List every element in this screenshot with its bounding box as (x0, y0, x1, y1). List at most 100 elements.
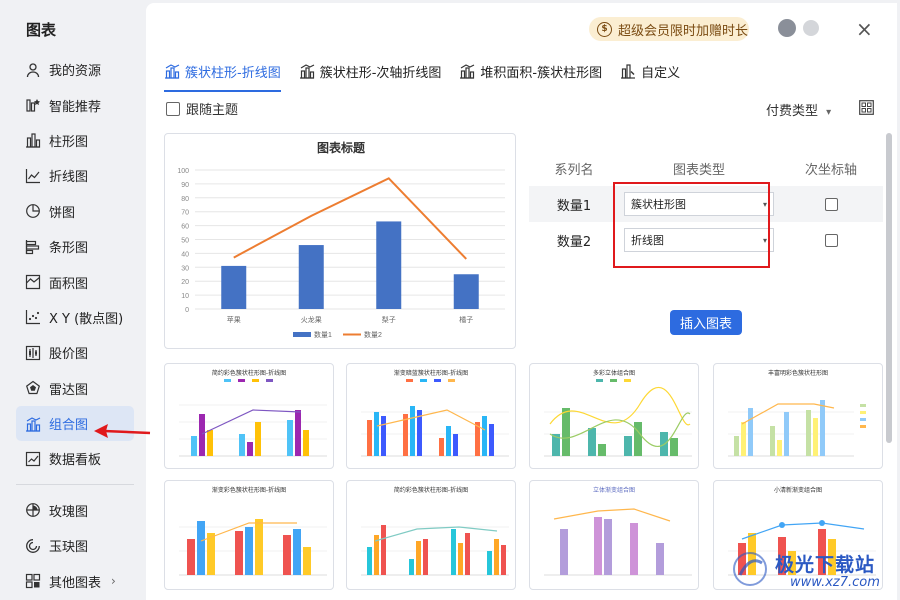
y-tick-label: 70 (181, 210, 189, 217)
sidebar-item-scatter[interactable]: X Y (散点图) (16, 300, 134, 335)
template-card[interactable]: 多彩立体组合图 (529, 363, 699, 469)
tab-clustered-column-secondary-line[interactable]: 簇状柱形-次轴折线图 (299, 59, 442, 83)
close-icon[interactable]: × (856, 17, 873, 41)
scrollbar[interactable] (886, 133, 892, 443)
secondary-axis-checkbox[interactable] (824, 197, 838, 211)
tab-label: 簇状柱形-次轴折线图 (319, 65, 442, 81)
rose-chart-icon (24, 501, 42, 519)
checkbox[interactable] (166, 101, 180, 116)
sidebar-item-label: 折线图 (49, 170, 89, 186)
template-card[interactable]: 渐变彩色簇状柱形图-折线图 (164, 480, 334, 590)
grid-view-icon[interactable] (859, 100, 874, 115)
scatter-chart-icon (24, 308, 42, 326)
tab-clustered-column-line[interactable]: 簇状柱形-折线图 (164, 59, 281, 92)
area-chart-icon (24, 273, 42, 291)
header-series-name: 系列名 (554, 162, 594, 178)
template-card[interactable]: 简约彩色簇状柱形图-折线图 (346, 480, 516, 590)
sidebar-item-radar[interactable]: 雷达图 (16, 371, 134, 406)
sidebar-item-rose[interactable]: 玫瑰图 (16, 493, 134, 528)
template-card[interactable]: 立体渐变组合图 (529, 480, 699, 590)
bulb-icon (24, 96, 42, 114)
y-tick-label: 90 (181, 182, 189, 189)
bar (376, 221, 402, 309)
chevron-right-icon: › (111, 574, 116, 589)
follow-theme-label: 跟随主题 (186, 103, 239, 118)
pie-chart-icon (24, 202, 42, 220)
sidebar-divider (16, 483, 134, 485)
sidebar-item-stock[interactable]: 股价图 (16, 335, 134, 370)
series-table-header: 系列名 图表类型 次坐标轴 (529, 153, 883, 183)
more-charts-icon (24, 572, 42, 590)
y-tick-label: 10 (181, 293, 189, 300)
pay-type-dropdown[interactable]: 付费类型 ▾ (766, 100, 831, 119)
template-chart (544, 508, 692, 576)
template-chart (544, 386, 692, 457)
sidebar-item-label: 股价图 (49, 347, 89, 363)
sidebar-item-smart-recommend[interactable]: 智能推荐 (16, 87, 134, 122)
template-card[interactable]: 丰富明彩色簇状柱形图 (713, 363, 883, 469)
sidebar-item-my-resources[interactable]: 我的资源 (16, 52, 134, 87)
sidebar-nav: 我的资源 智能推荐 柱形图 折线图 饼图 条形图 面积图 X Y (散点图) 股… (16, 52, 134, 599)
main-panel: $ 超级会员限时加赠时长 × 簇状柱形-折线图 簇状柱形-次轴折线图 堆积面积-… (146, 3, 897, 600)
header-chart-type: 图表类型 (672, 162, 725, 178)
sidebar-item-dashboard[interactable]: 数据看板 (16, 441, 134, 476)
bar-chart-icon (24, 238, 42, 256)
sidebar-item-column[interactable]: 柱形图 (16, 123, 134, 158)
bar (453, 274, 479, 309)
insert-chart-button[interactable]: 插入图表 (670, 310, 742, 335)
follow-theme-checkbox[interactable]: 跟随主题 (166, 99, 238, 118)
sidebar-item-label: 数据看板 (49, 453, 102, 469)
series-line (233, 177, 467, 260)
sidebar-item-label: 玉玦图 (49, 540, 89, 556)
person-icon (24, 61, 42, 79)
sidebar-item-label: 玫瑰图 (49, 504, 89, 520)
sidebar-item-label: 雷达图 (49, 382, 89, 398)
sidebar-item-label: 组合图 (49, 418, 89, 434)
series-name: 数量2 (556, 234, 592, 250)
sidebar-item-bar[interactable]: 条形图 (16, 229, 134, 264)
x-tick-label: 梨子 (382, 315, 396, 324)
pay-type-label: 付费类型 (766, 104, 819, 119)
avatar[interactable] (778, 19, 796, 37)
chevron-down-icon: ▾ (826, 107, 832, 118)
x-tick-label: 苹果 (227, 315, 241, 324)
tab-label: 簇状柱形-折线图 (185, 65, 281, 81)
custom-chart-icon (620, 63, 636, 79)
legend-label: 数量2 (364, 330, 382, 339)
sidebar-item-label: 饼图 (49, 205, 76, 221)
radar-chart-icon (24, 379, 42, 397)
tab-custom[interactable]: 自定义 (620, 59, 680, 83)
combo-chart-icon (164, 63, 180, 79)
sidebar: 图表 我的资源 智能推荐 柱形图 折线图 饼图 条形图 面积图 X Y (散点图… (0, 0, 146, 600)
sidebar-item-line[interactable]: 折线图 (16, 158, 134, 193)
watermark-brand: 极光下载站 (775, 554, 876, 576)
ring-chart-icon (24, 537, 42, 555)
y-tick-label: 30 (181, 265, 189, 272)
x-tick-label: 橘子 (459, 315, 473, 324)
x-tick-label: 火龙果 (301, 315, 322, 324)
template-card[interactable]: 渐变暗蓝簇状柱形图-折线图 (346, 363, 516, 469)
app-title: 图表 (26, 21, 57, 39)
sidebar-item-pie[interactable]: 饼图 (16, 194, 134, 229)
template-chart (361, 406, 509, 457)
sidebar-item-label: 柱形图 (49, 134, 89, 150)
line-chart-icon (24, 167, 42, 185)
sidebar-item-area[interactable]: 面积图 (16, 264, 134, 299)
stock-chart-icon (24, 344, 42, 362)
y-tick-label: 0 (185, 307, 189, 314)
y-tick-label: 100 (177, 168, 189, 175)
column-chart-icon (24, 131, 42, 149)
sidebar-item-other[interactable]: 其他图表 › (16, 563, 134, 598)
tab-label: 自定义 (641, 65, 681, 81)
tab-stacked-area-column[interactable]: 堆积面积-簇状柱形图 (459, 59, 602, 83)
vip-promo-button[interactable]: $ 超级会员限时加赠时长 (589, 17, 749, 41)
template-card[interactable]: 简约彩色簇状柱形图-折线图 (164, 363, 334, 469)
secondary-axis-checkbox[interactable] (824, 233, 838, 247)
y-tick-label: 80 (181, 196, 189, 203)
y-tick-label: 50 (181, 238, 189, 245)
sidebar-item-label: 我的资源 (49, 64, 102, 80)
template-chart (179, 519, 327, 576)
legend-swatch (293, 332, 311, 337)
y-tick-label: 40 (181, 251, 189, 258)
sidebar-item-ring[interactable]: 玉玦图 (16, 528, 134, 563)
